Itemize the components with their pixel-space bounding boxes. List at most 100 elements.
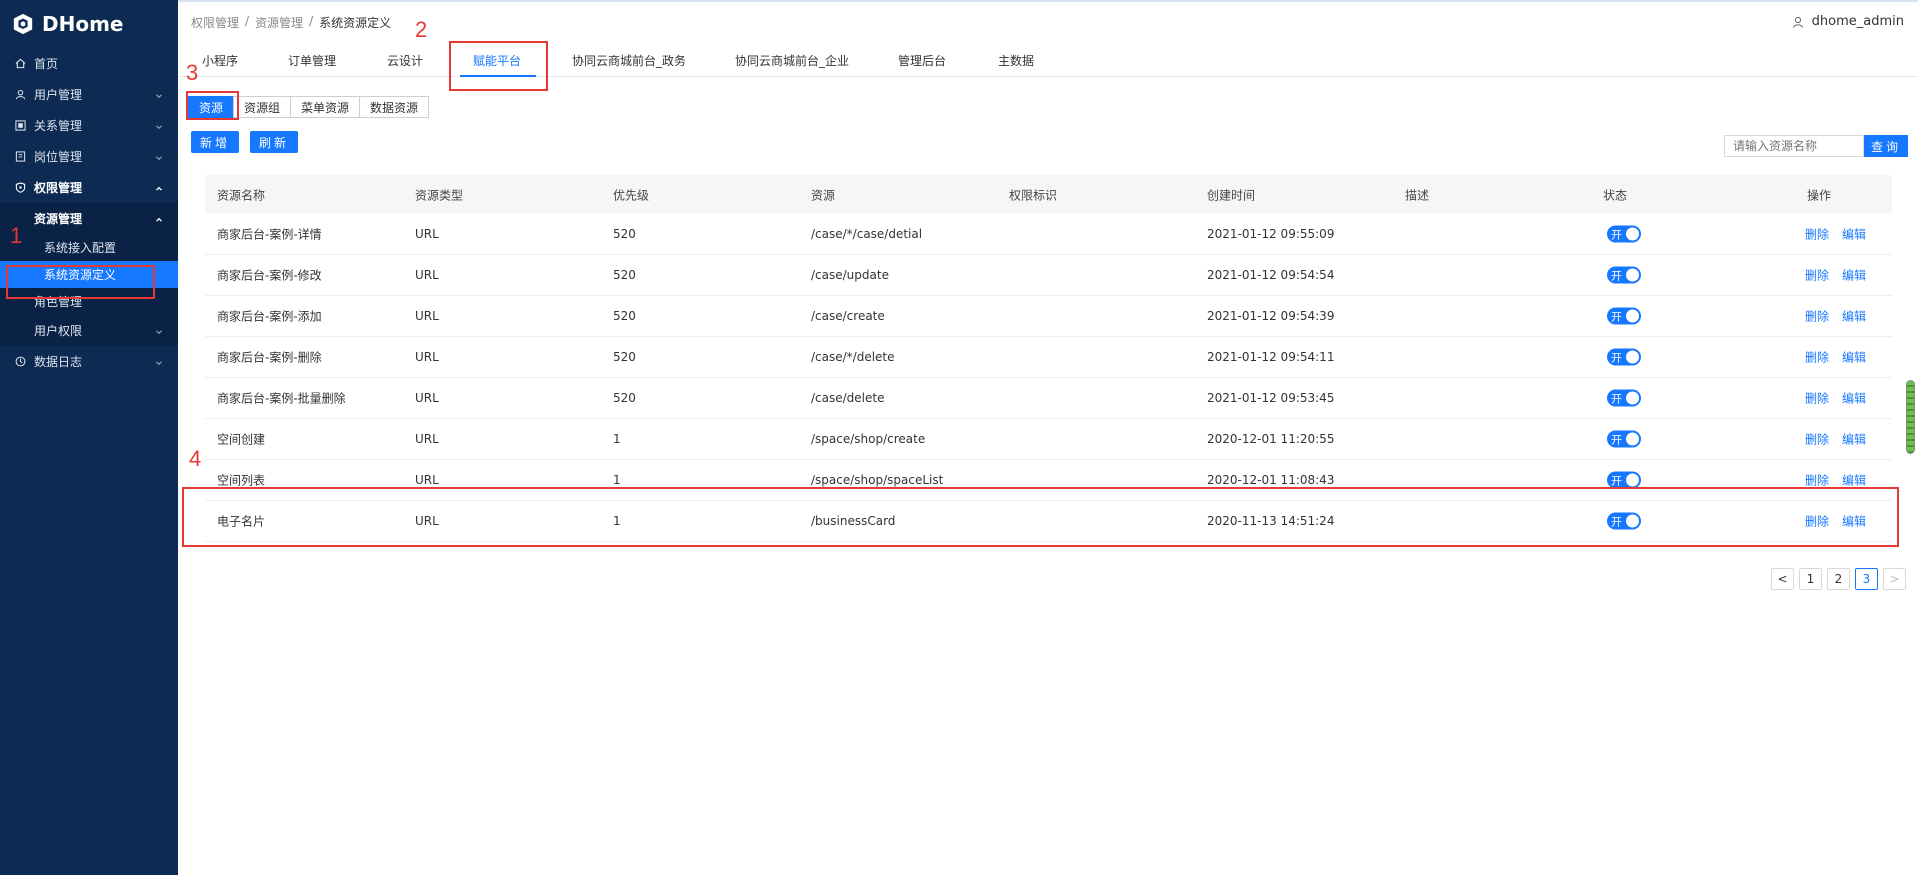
table-cell: 空间列表 [217,473,266,488]
page-button-current[interactable]: 3 [1855,568,1878,590]
sidebar-item[interactable]: 数据日志 [0,346,178,377]
edit-link[interactable]: 编辑 [1842,226,1866,243]
logo[interactable]: DHome [0,0,178,48]
status-toggle[interactable]: 开 [1607,266,1641,284]
tab-mall-gov[interactable]: 协同云商城前台_政务 [572,52,686,69]
table-cell: URL [415,350,439,364]
status-toggle-label: 开 [1611,269,1622,283]
delete-link[interactable]: 删除 [1805,431,1829,448]
sidebar-item-label: 权限管理 [34,181,83,195]
tab-orders[interactable]: 订单管理 [288,52,336,69]
delete-link[interactable]: 删除 [1805,349,1829,366]
page-button[interactable]: 2 [1827,568,1850,590]
column-header: 资源名称 [217,188,266,202]
user-menu[interactable]: dhome_admin [1792,14,1904,29]
table-cell: 2021-01-12 09:53:45 [1207,391,1335,405]
table-cell: URL [415,227,439,241]
add-button[interactable]: 新增 [191,131,240,153]
home-icon [14,58,26,70]
status-toggle-label: 开 [1611,392,1622,406]
delete-link[interactable]: 删除 [1805,390,1829,407]
top-border [178,0,1918,2]
sidebar-item-label: 首页 [34,57,59,71]
table-cell: /space/shop/spaceList [811,473,944,487]
table-cell: /case/delete [811,391,885,405]
sidebar-item[interactable]: 资源管理 [0,203,178,234]
breadcrumb-item[interactable]: 权限管理 [191,14,239,31]
tab-admin[interactable]: 管理后台 [898,52,946,69]
status-toggle[interactable]: 开 [1607,471,1641,489]
column-header: 资源 [811,188,836,202]
refresh-button[interactable]: 刷新 [250,131,299,153]
status-toggle[interactable]: 开 [1607,389,1641,407]
status-toggle[interactable]: 开 [1607,430,1641,448]
prev-page-button[interactable]: < [1771,568,1794,590]
edit-link[interactable]: 编辑 [1842,308,1866,325]
edit-link[interactable]: 编辑 [1842,267,1866,284]
search-button[interactable]: 查询 [1864,135,1908,157]
search-input[interactable] [1724,135,1864,157]
edit-link[interactable]: 编辑 [1842,472,1866,489]
table-cell: 520 [613,268,636,282]
sidebar-item-label: 关系管理 [34,119,83,133]
sidebar-item[interactable]: 用户权限 [0,315,178,346]
subtab-menu-resource[interactable]: 菜单资源 [290,96,361,118]
status-toggle[interactable]: 开 [1607,225,1641,243]
sidebar-item[interactable]: 用户管理 [0,79,178,110]
sidebar-item[interactable]: 权限管理 [0,172,178,203]
system-tabs: 小程序 订单管理 云设计 赋能平台 协同云商城前台_政务 协同云商城前台_企业 … [178,44,1918,77]
sidebar-item[interactable]: 首页 [0,48,178,79]
page-button[interactable]: 1 [1799,568,1822,590]
sidebar-item-label: 数据日志 [34,355,83,369]
status-toggle-label: 开 [1611,310,1622,324]
table-cell: URL [415,473,439,487]
delete-link[interactable]: 删除 [1805,472,1829,489]
tab-cloud-design[interactable]: 云设计 [387,52,423,69]
tab-master-data[interactable]: 主数据 [998,52,1034,69]
delete-link[interactable]: 删除 [1805,267,1829,284]
chevron-down-icon [154,90,164,100]
username: dhome_admin [1811,14,1904,29]
tab-mall-enterprise[interactable]: 协同云商城前台_企业 [735,52,849,69]
column-header: 状态 [1603,188,1628,202]
breadcrumb-item[interactable]: 资源管理 [255,14,303,31]
status-toggle[interactable]: 开 [1607,348,1641,366]
table-cell: URL [415,268,439,282]
sidebar-item-label: 用户权限 [34,324,83,338]
column-header: 资源类型 [415,188,464,202]
user-icon [1792,16,1803,28]
edit-link[interactable]: 编辑 [1842,390,1866,407]
status-toggle-label: 开 [1611,433,1622,447]
chevron-down-icon [154,121,164,131]
table-cell: 520 [613,227,636,241]
sidebar-item[interactable]: 关系管理 [0,110,178,141]
scroll-indicator[interactable] [1906,380,1915,454]
table-cell: 1 [613,473,621,487]
toggle-knob [1626,309,1639,323]
table-cell: /case/update [811,268,889,282]
column-header: 描述 [1405,188,1430,202]
edit-link[interactable]: 编辑 [1842,431,1866,448]
status-toggle[interactable]: 开 [1607,307,1641,325]
toggle-knob [1626,227,1639,241]
table-row: 商家后台-案例-删除 URL 520/case/*/delete 2021-01-12… [205,337,1892,378]
annotation-number-4: 4 [189,446,202,471]
annotation-number-1: 1 [10,223,23,248]
table-cell: URL [415,309,439,323]
table-cell: 2020-12-01 11:08:43 [1207,473,1335,487]
table-row: 商家后台-案例-修改 URL 520/case/update 2021-01-12 0… [205,255,1892,296]
next-page-button[interactable]: > [1883,568,1906,590]
subtab-data-resource[interactable]: 数据资源 [359,96,430,118]
delete-link[interactable]: 删除 [1805,226,1829,243]
chevron-down-icon [154,357,164,367]
toggle-knob [1626,432,1639,446]
delete-link[interactable]: 删除 [1805,308,1829,325]
sidebar-item[interactable]: 岗位管理 [0,141,178,172]
sidebar-item[interactable]: 系统接入配置 [0,234,178,261]
relation-icon [14,120,26,132]
table-cell: 520 [613,309,636,323]
tab-miniapp[interactable]: 小程序 [202,52,238,69]
edit-link[interactable]: 编辑 [1842,349,1866,366]
subtab-resource-group[interactable]: 资源组 [233,96,292,118]
shield-icon [14,182,26,194]
